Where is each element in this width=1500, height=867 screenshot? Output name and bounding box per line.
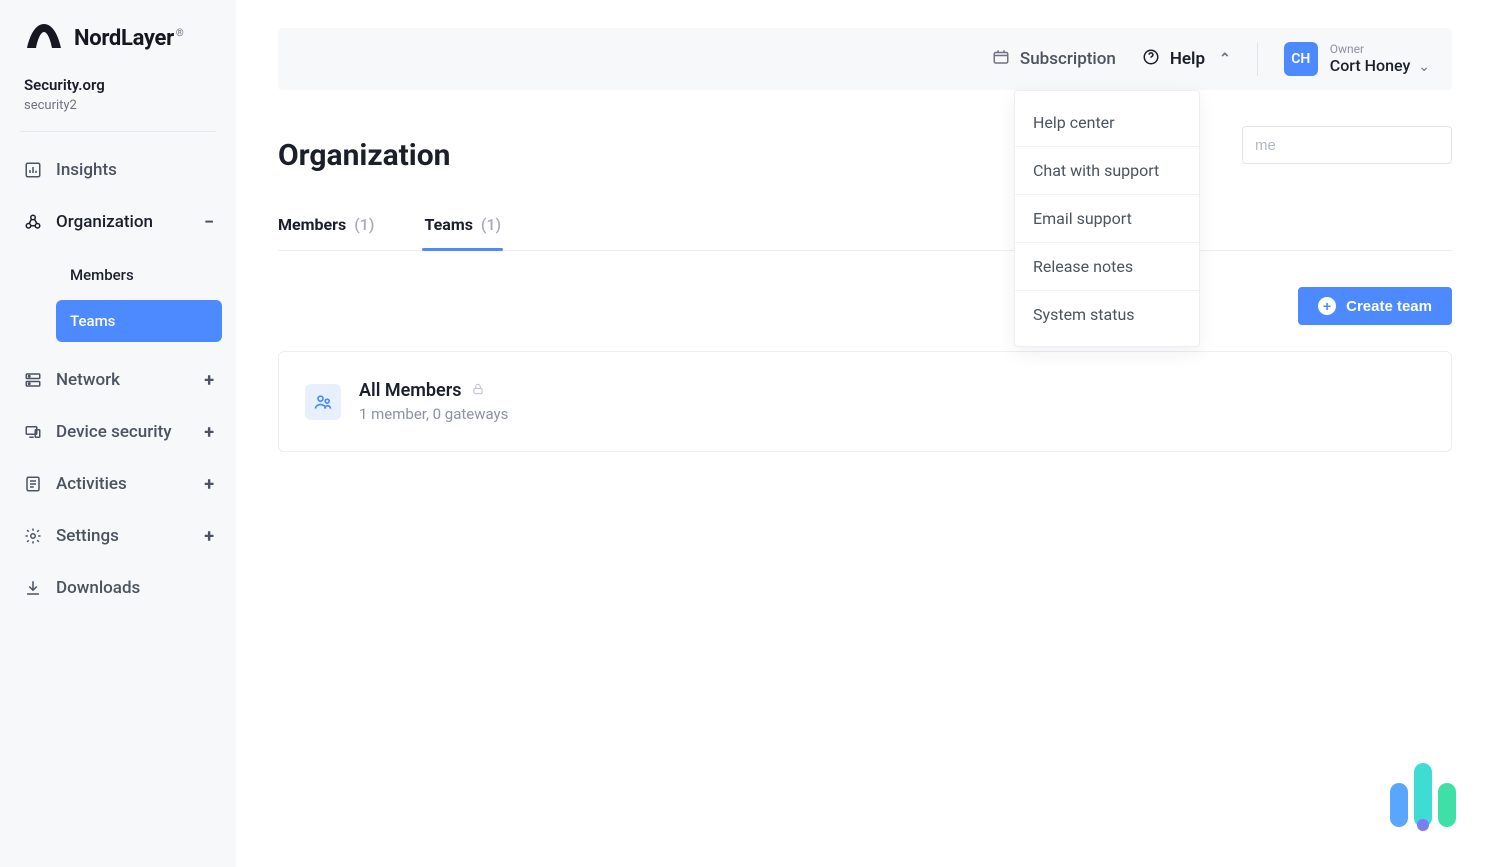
subscription-link[interactable]: Subscription [992, 48, 1116, 71]
user-menu[interactable]: CH Owner Cort Honey ⌄ [1284, 42, 1430, 76]
sidebar-item-network[interactable]: Network + [0, 354, 236, 406]
tab-members[interactable]: Members (1) [278, 215, 374, 250]
tab-teams[interactable]: Teams (1) [424, 215, 501, 250]
sidebar-subnav-organization: Members Teams [0, 248, 236, 354]
widget-bar-icon [1438, 783, 1456, 827]
team-row[interactable]: All Members 1 member, 0 gateways [278, 351, 1452, 452]
create-team-button[interactable]: + Create team [1298, 287, 1452, 325]
sidebar-item-activities[interactable]: Activities + [0, 458, 236, 510]
create-team-label: Create team [1346, 298, 1432, 315]
tab-label: Members [278, 215, 346, 234]
tab-label: Teams [424, 215, 472, 234]
sidebar-item-device-security[interactable]: Device security + [0, 406, 236, 458]
device-icon [24, 423, 42, 441]
help-icon [1142, 48, 1160, 71]
sidebar-item-label: Network [56, 370, 120, 390]
sidebar-item-downloads[interactable]: Downloads [0, 562, 236, 614]
team-text: All Members 1 member, 0 gateways [359, 380, 508, 423]
help-menu-help-center[interactable]: Help center [1015, 99, 1199, 147]
plus-icon: + [204, 370, 214, 391]
help-link[interactable]: Help ⌃ [1142, 48, 1231, 71]
help-menu-chat-support[interactable]: Chat with support [1015, 147, 1199, 195]
sidebar-item-label: Settings [56, 526, 119, 546]
sidebar-item-settings[interactable]: Settings + [0, 510, 236, 562]
topbar: Subscription Help ⌃ CH Owner Cort Honey … [278, 28, 1452, 90]
sidebar-divider [20, 131, 216, 132]
help-menu-system-status[interactable]: System status [1015, 291, 1199, 338]
tab-count: (1) [354, 215, 374, 234]
support-widget[interactable] [1390, 763, 1456, 827]
chart-icon [24, 161, 42, 179]
brand-name: NordLayer® [74, 26, 183, 51]
nordlayer-logo-icon [24, 22, 64, 54]
list-icon [24, 475, 42, 493]
widget-bar-icon [1390, 783, 1408, 827]
plus-icon: + [204, 474, 214, 495]
minus-icon: − [204, 212, 214, 233]
server-icon [24, 371, 42, 389]
sidebar-item-label: Downloads [56, 578, 140, 598]
user-name: Cort Honey ⌄ [1330, 56, 1430, 75]
subscription-label: Subscription [1020, 49, 1116, 69]
sidebar-item-label: Activities [56, 474, 127, 494]
help-menu-release-notes[interactable]: Release notes [1015, 243, 1199, 291]
sidebar-subitem-teams[interactable]: Teams [56, 300, 222, 342]
help-dropdown: Help center Chat with support Email supp… [1014, 90, 1200, 347]
help-label: Help [1170, 49, 1205, 69]
topbar-divider [1257, 42, 1258, 76]
chevron-down-icon: ⌄ [1418, 59, 1430, 75]
sidebar-item-label: Organization [56, 212, 153, 232]
org-block[interactable]: Security.org security2 [0, 76, 236, 131]
download-icon [24, 579, 42, 597]
user-role: Owner [1330, 43, 1430, 56]
team-icon [305, 384, 341, 420]
chevron-up-icon: ⌃ [1219, 51, 1231, 67]
org-name: Security.org [24, 76, 212, 94]
tabs: Members (1) Teams (1) [278, 215, 1452, 251]
team-meta: 1 member, 0 gateways [359, 405, 508, 423]
gear-icon [24, 527, 42, 545]
plus-icon: + [204, 526, 214, 547]
lock-icon [471, 381, 485, 400]
plus-circle-icon: + [1318, 297, 1336, 315]
team-name: All Members [359, 380, 461, 401]
avatar: CH [1284, 42, 1318, 76]
brand: NordLayer® [0, 22, 236, 76]
tab-count: (1) [481, 215, 501, 234]
sidebar-item-insights[interactable]: Insights [0, 144, 236, 196]
sidebar-item-label: Insights [56, 160, 117, 180]
teams-toolbar: + Create team [278, 287, 1452, 325]
widget-bar-icon [1414, 763, 1432, 827]
sidebar-item-label: Device security [56, 422, 172, 442]
help-menu-email-support[interactable]: Email support [1015, 195, 1199, 243]
main: Subscription Help ⌃ CH Owner Cort Honey … [236, 0, 1500, 867]
sidebar: NordLayer® Security.org security2 Insigh… [0, 0, 236, 867]
subscription-icon [992, 48, 1010, 71]
org-icon [24, 213, 42, 231]
sidebar-subitem-members[interactable]: Members [56, 254, 222, 296]
org-id: security2 [24, 98, 212, 113]
plus-icon: + [204, 422, 214, 443]
search-input[interactable] [1242, 126, 1452, 164]
user-text: Owner Cort Honey ⌄ [1330, 43, 1430, 75]
sidebar-item-organization[interactable]: Organization − [0, 196, 236, 248]
